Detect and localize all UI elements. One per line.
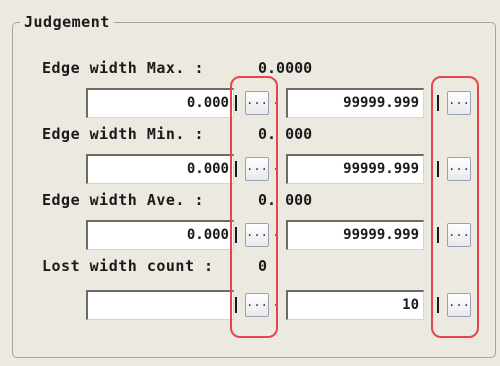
- edge-width-min-lower-input[interactable]: 0.000: [86, 154, 234, 184]
- edge-width-ave-lower-input[interactable]: 0.000: [86, 220, 234, 250]
- lost-width-count-lower-input[interactable]: [86, 290, 234, 320]
- judgement-group-title: Judgement: [20, 12, 114, 32]
- lower-buttons-highlight: [230, 76, 278, 338]
- edge-width-max-lower-input[interactable]: 0.000: [86, 88, 234, 118]
- edge-width-min-label: Edge width Min. :: [42, 125, 205, 143]
- edge-width-max-upper-input[interactable]: 99999.999: [286, 88, 424, 118]
- upper-buttons-highlight: [431, 76, 479, 338]
- lost-width-count-upper-input[interactable]: 10: [286, 290, 424, 320]
- lost-width-count-label: Lost width count :: [42, 257, 214, 275]
- edge-width-ave-upper-input[interactable]: 99999.999: [286, 220, 424, 250]
- edge-width-max-value: 0.0000: [258, 59, 313, 77]
- judgement-panel: Judgement Edge width Max. : 0.0000 0.000…: [0, 0, 500, 366]
- edge-width-max-label: Edge width Max. :: [42, 59, 205, 77]
- edge-width-min-upper-input[interactable]: 99999.999: [286, 154, 424, 184]
- edge-width-ave-label: Edge width Ave. :: [42, 191, 205, 209]
